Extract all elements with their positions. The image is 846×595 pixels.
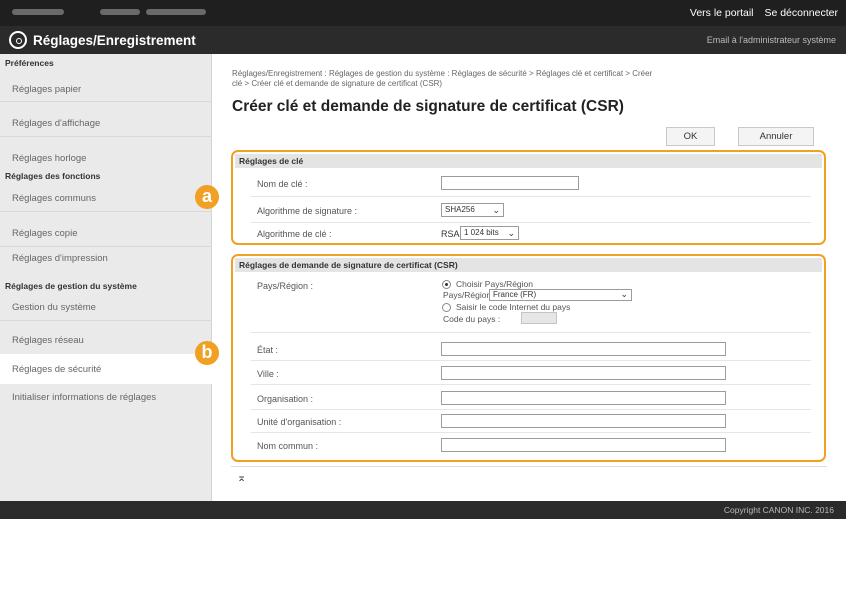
sidebar-item-paper[interactable]: Réglages papier xyxy=(12,84,81,95)
csr-settings-section: Réglages de demande de signature de cert… xyxy=(231,254,826,462)
chevron-down-icon: ⌄ xyxy=(492,205,500,215)
signature-algorithm-value: SHA256 xyxy=(445,205,475,214)
common-name-input[interactable] xyxy=(441,438,726,452)
country-region-select[interactable]: France (FR) ⌄ xyxy=(489,289,632,301)
sidebar-group-functions: Réglages des fonctions xyxy=(5,171,101,181)
chevron-down-icon: ⌄ xyxy=(620,289,628,299)
blurred-device-model xyxy=(100,9,140,15)
sidebar-group-preferences: Préférences xyxy=(5,58,54,68)
country-code-label: Code du pays : xyxy=(443,314,501,324)
portal-link[interactable]: Vers le portail xyxy=(690,7,754,19)
ok-button[interactable]: OK xyxy=(666,127,715,146)
key-name-input[interactable] xyxy=(441,176,579,190)
choose-country-radio[interactable] xyxy=(442,280,451,289)
org-unit-input[interactable] xyxy=(441,414,726,428)
chevron-down-icon: ⌄ xyxy=(507,228,515,238)
logout-link[interactable]: Se déconnecter xyxy=(764,7,838,19)
enter-country-code-radio-label: Saisir le code Internet du pays xyxy=(456,302,571,312)
sidebar-item-system-mgmt[interactable]: Gestion du système xyxy=(12,302,96,313)
sidebar-item-print[interactable]: Réglages d'impression xyxy=(12,253,108,264)
csr-settings-title: Réglages de demande de signature de cert… xyxy=(235,258,822,272)
state-input[interactable] xyxy=(441,342,726,356)
breadcrumb-line-1[interactable]: Réglages/Enregistrement : Réglages de ge… xyxy=(232,69,827,79)
sidebar-item-display[interactable]: Réglages d'affichage xyxy=(12,118,100,129)
callout-badge-b: b xyxy=(195,341,219,365)
cancel-button[interactable]: Annuler xyxy=(738,127,814,146)
app-title: Réglages/Enregistrement xyxy=(33,33,196,48)
breadcrumb-line-2[interactable]: clé > Créer clé et demande de signature … xyxy=(232,79,827,89)
page-title: Créer clé et demande de signature de cer… xyxy=(232,98,624,115)
callout-badge-a: a xyxy=(195,185,219,209)
blurred-device-name xyxy=(12,9,64,15)
sidebar-item-copy[interactable]: Réglages copie xyxy=(12,228,78,239)
top-links: Vers le portail Se déconnecter xyxy=(682,7,838,19)
country-select-label: Pays/Région : xyxy=(443,290,496,300)
admin-mail-link[interactable]: Email à l'administrateur système xyxy=(707,35,836,45)
top-strip: Vers le portail Se déconnecter xyxy=(0,0,846,26)
city-label: Ville : xyxy=(257,369,279,379)
key-algorithm-label: Algorithme de clé : xyxy=(257,229,332,239)
organization-label: Organisation : xyxy=(257,394,314,404)
enter-country-code-radio[interactable] xyxy=(442,303,451,312)
sidebar-item-clock[interactable]: Réglages horloge xyxy=(12,153,86,164)
sidebar-group-system: Réglages de gestion du système xyxy=(5,281,137,291)
key-algorithm-select[interactable]: 1 024 bits ⌄ xyxy=(460,226,519,240)
key-settings-section: Réglages de clé Nom de clé : Algorithme … xyxy=(231,150,826,245)
sidebar-item-security[interactable]: Réglages de sécurité xyxy=(0,354,212,384)
content-divider xyxy=(231,466,827,467)
key-algorithm-prefix: RSA xyxy=(441,229,460,239)
copyright: Copyright CANON INC. 2016 xyxy=(723,505,834,515)
sidebar: Préférences Réglages papier Réglages d'a… xyxy=(0,54,212,501)
breadcrumb: Réglages/Enregistrement : Réglages de ge… xyxy=(232,69,827,89)
key-algorithm-value: 1 024 bits xyxy=(464,228,499,237)
blurred-device-info xyxy=(146,9,206,15)
state-label: État : xyxy=(257,345,279,355)
sidebar-item-security-label: Réglages de sécurité xyxy=(12,364,102,375)
country-region-label: Pays/Région : xyxy=(257,281,314,291)
country-code-input[interactable] xyxy=(521,312,557,324)
key-name-label: Nom de clé : xyxy=(257,179,308,189)
sidebar-item-reset[interactable]: Initialiser informations de réglages xyxy=(12,392,156,403)
common-name-label: Nom commun : xyxy=(257,441,319,451)
back-to-top-icon[interactable]: ⌅ xyxy=(237,471,246,484)
organization-input[interactable] xyxy=(441,391,726,405)
key-settings-title: Réglages de clé xyxy=(235,154,822,168)
signature-algorithm-label: Algorithme de signature : xyxy=(257,206,358,216)
org-unit-label: Unité d'organisation : xyxy=(257,417,342,427)
sidebar-item-common[interactable]: Réglages communs xyxy=(12,193,96,204)
settings-gear-icon xyxy=(9,31,27,49)
title-bar: Réglages/Enregistrement Email à l'admini… xyxy=(0,26,846,54)
signature-algorithm-select[interactable]: SHA256 ⌄ xyxy=(441,203,504,217)
sidebar-item-network[interactable]: Réglages réseau xyxy=(12,335,84,346)
country-region-value: France (FR) xyxy=(493,290,537,299)
choose-country-radio-label: Choisir Pays/Région xyxy=(456,279,534,289)
footer: Copyright CANON INC. 2016 xyxy=(0,501,846,519)
city-input[interactable] xyxy=(441,366,726,380)
